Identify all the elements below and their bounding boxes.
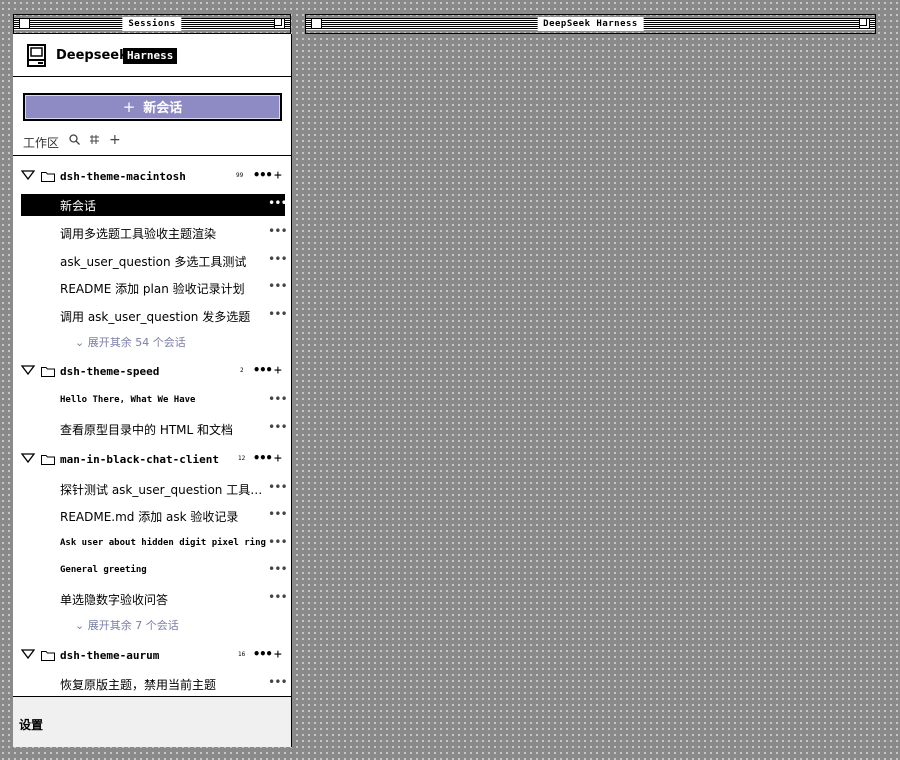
brand-header: Deepseek Harness bbox=[13, 34, 291, 77]
session-item[interactable]: 恢复原版主题，禁用当前主题 ••• bbox=[21, 673, 288, 695]
add-session-button[interactable]: + bbox=[274, 451, 282, 466]
session-item[interactable]: 新会话 ••• bbox=[21, 194, 288, 216]
project-name: man-in-black-chat-client bbox=[60, 453, 219, 466]
project-name: dsh-theme-speed bbox=[60, 365, 160, 378]
more-icon[interactable]: ••• bbox=[253, 647, 273, 661]
session-count: 99 bbox=[236, 172, 244, 179]
filter-icon[interactable] bbox=[89, 134, 100, 148]
session-title: ask_user_question 多选工具测试 bbox=[60, 255, 247, 269]
session-title: 查看原型目录中的 HTML 和文档 bbox=[60, 423, 234, 437]
brand-badge: Harness bbox=[123, 48, 178, 64]
collapse-triangle-icon[interactable] bbox=[20, 453, 36, 466]
more-icon[interactable]: ••• bbox=[268, 590, 288, 604]
workspace-label: 工作区 bbox=[23, 136, 60, 150]
chevron-down-icon: ⌄ bbox=[75, 336, 88, 349]
project-group-header[interactable]: man-in-black-chat-client 12 ••• + bbox=[19, 451, 285, 471]
workspace-bar: 工作区 + bbox=[23, 132, 283, 150]
collapse-triangle-icon[interactable] bbox=[20, 365, 36, 378]
session-count: 16 bbox=[238, 651, 246, 658]
more-icon[interactable]: ••• bbox=[268, 562, 288, 576]
session-title: 探针测试 ask_user_question 工具… bbox=[60, 483, 263, 497]
session-item[interactable]: 单选隐数字验收问答 ••• bbox=[21, 588, 288, 610]
add-session-button[interactable]: + bbox=[274, 647, 282, 662]
settings-button[interactable]: 设置 bbox=[19, 716, 43, 733]
add-workspace-button[interactable]: + bbox=[109, 132, 121, 148]
expand-more-sessions-link[interactable]: ⌄ 展开其余 7 个会话 bbox=[75, 617, 179, 633]
session-item[interactable]: 调用 ask_user_question 发多选题 ••• bbox=[21, 305, 288, 327]
more-icon[interactable]: ••• bbox=[268, 224, 288, 238]
session-title: 新会话 bbox=[60, 199, 97, 213]
sessions-sidebar: Deepseek Harness + 新会话 工作区 + dsh-theme-ma… bbox=[13, 34, 292, 747]
folder-icon bbox=[41, 367, 55, 377]
session-title: 调用多选题工具验收主题渲染 bbox=[60, 227, 217, 241]
expand-more-sessions-link[interactable]: ⌄ 展开其余 54 个会话 bbox=[75, 334, 186, 350]
project-group-header[interactable]: dsh-theme-speed 2 ••• + bbox=[19, 363, 285, 383]
session-item[interactable]: README.md 添加 ask 验收记录 ••• bbox=[21, 505, 288, 527]
folder-icon bbox=[41, 455, 55, 465]
new-chat-button[interactable]: + 新会话 bbox=[23, 93, 282, 121]
more-icon[interactable]: ••• bbox=[268, 480, 288, 494]
folder-icon bbox=[41, 651, 55, 661]
session-title: 单选隐数字验收问答 bbox=[60, 593, 169, 607]
collapse-triangle-icon[interactable] bbox=[20, 170, 36, 183]
close-box-icon[interactable] bbox=[19, 18, 30, 29]
more-icon[interactable]: ••• bbox=[268, 307, 288, 321]
session-title: 调用 ask_user_question 发多选题 bbox=[60, 310, 251, 324]
session-item[interactable]: 查看原型目录中的 HTML 和文档 ••• bbox=[21, 418, 288, 440]
new-chat-label: 新会话 bbox=[143, 101, 183, 116]
sidebar-footer: 设置 bbox=[13, 696, 291, 747]
search-icon[interactable] bbox=[69, 134, 80, 148]
more-icon[interactable]: ••• bbox=[268, 507, 288, 521]
session-title: README 添加 plan 验收记录计划 bbox=[60, 282, 245, 296]
session-count: 2 bbox=[240, 367, 244, 374]
session-title: 恢复原版主题，禁用当前主题 bbox=[60, 678, 217, 692]
session-item[interactable]: ask_user_question 多选工具测试 ••• bbox=[21, 250, 288, 272]
more-icon[interactable]: ••• bbox=[268, 279, 288, 293]
computer-logo-icon bbox=[27, 44, 46, 67]
folder-icon bbox=[41, 172, 55, 182]
session-title: General greeting bbox=[60, 565, 147, 575]
more-icon[interactable]: ••• bbox=[268, 252, 288, 266]
plus-icon: + bbox=[122, 98, 136, 116]
brand-name: Deepseek bbox=[56, 48, 128, 63]
window-title: Sessions bbox=[122, 17, 182, 31]
session-title: Ask user about hidden digit pixel ring bbox=[60, 538, 266, 548]
more-icon[interactable]: ••• bbox=[268, 392, 288, 406]
more-icon[interactable]: ••• bbox=[268, 535, 288, 549]
session-count: 12 bbox=[238, 455, 246, 462]
project-name: dsh-theme-macintosh bbox=[60, 170, 186, 183]
session-item[interactable]: General greeting ••• bbox=[21, 560, 288, 582]
session-title: Hello There, What We Have bbox=[60, 395, 196, 405]
close-box-icon[interactable] bbox=[311, 18, 322, 29]
chevron-down-icon: ⌄ bbox=[75, 619, 88, 632]
zoom-box-icon[interactable] bbox=[859, 18, 870, 29]
session-title: README.md 添加 ask 验收记录 bbox=[60, 510, 239, 524]
more-icon[interactable]: ••• bbox=[268, 196, 288, 210]
more-icon[interactable]: ••• bbox=[268, 675, 288, 689]
session-item[interactable]: README 添加 plan 验收记录计划 ••• bbox=[21, 277, 288, 299]
session-item[interactable]: 探针测试 ask_user_question 工具… ••• bbox=[21, 478, 288, 500]
main-titlebar[interactable]: DeepSeek Harness bbox=[305, 14, 876, 34]
window-title: DeepSeek Harness bbox=[537, 17, 644, 31]
project-name: dsh-theme-aurum bbox=[60, 649, 160, 662]
project-group-header[interactable]: dsh-theme-macintosh 99 ••• + bbox=[19, 168, 285, 188]
more-icon[interactable]: ••• bbox=[253, 363, 273, 377]
add-session-button[interactable]: + bbox=[274, 168, 282, 183]
session-item[interactable]: Ask user about hidden digit pixel ring •… bbox=[21, 533, 288, 555]
session-item[interactable]: Hello There, What We Have ••• bbox=[21, 390, 288, 412]
more-icon[interactable]: ••• bbox=[253, 451, 273, 465]
add-session-button[interactable]: + bbox=[274, 363, 282, 378]
collapse-triangle-icon[interactable] bbox=[20, 649, 36, 662]
divider bbox=[13, 155, 291, 156]
project-group-header[interactable]: dsh-theme-aurum 16 ••• + bbox=[19, 647, 285, 667]
session-item[interactable]: 调用多选题工具验收主题渲染 ••• bbox=[21, 222, 288, 244]
sessions-titlebar[interactable]: Sessions bbox=[13, 14, 291, 34]
zoom-box-icon[interactable] bbox=[274, 18, 285, 29]
more-icon[interactable]: ••• bbox=[268, 420, 288, 434]
more-icon[interactable]: ••• bbox=[253, 168, 273, 182]
